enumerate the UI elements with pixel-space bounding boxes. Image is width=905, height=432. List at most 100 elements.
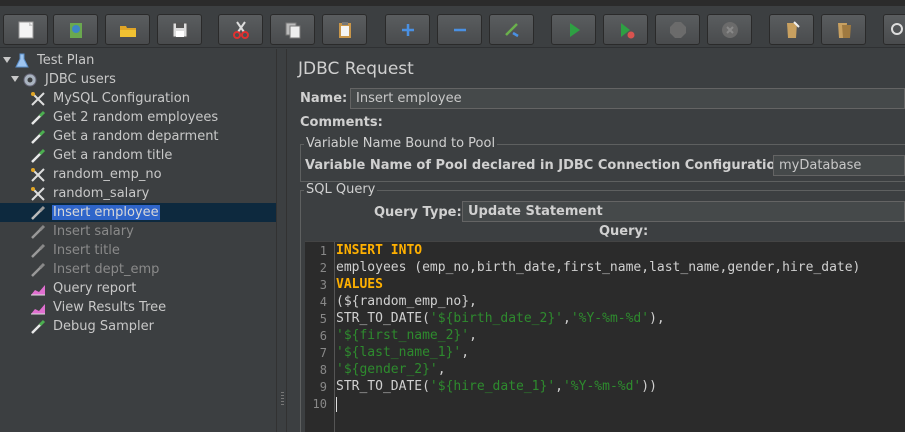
tree-node-label: Get a random deparment — [53, 129, 219, 144]
code-line: '${last_name_1}', — [336, 345, 469, 362]
sql-text: (${random_emp_no}, — [336, 294, 477, 309]
shutdown-icon[interactable] — [707, 14, 752, 45]
tree-node-label: JDBC users — [45, 72, 116, 87]
pool-label: Variable Name of Pool declared in JDBC C… — [305, 158, 790, 173]
pipette-icon — [30, 148, 46, 164]
collapse-icon[interactable] — [437, 14, 482, 45]
query-label: Query: — [599, 224, 649, 239]
tree-node-insert-employee[interactable]: Insert employee — [30, 203, 160, 222]
start-no-pause-icon[interactable] — [603, 14, 648, 45]
main-toolbar — [0, 6, 905, 48]
sql-text: , — [437, 362, 446, 377]
tree-node-label: Debug Sampler — [53, 319, 154, 334]
pool-name-field[interactable]: myDatabase — [773, 155, 905, 176]
collapse-arrow-icon[interactable] — [10, 74, 20, 84]
pipette-icon — [30, 319, 46, 335]
code-line: VALUES — [336, 277, 383, 294]
chart-icon — [30, 281, 46, 297]
line-number: 1 — [319, 244, 327, 258]
pipette-icon — [30, 205, 46, 221]
panel-splitter[interactable] — [276, 49, 287, 432]
sql-code-editor[interactable]: 1 2 3 4 5 6 7 8 9 10 INSERT INTO employee… — [305, 241, 905, 432]
tree-node-get-a-random-title[interactable]: Get a random title — [30, 146, 173, 165]
tree-node-label: random_salary — [53, 186, 150, 201]
tree-node-get-a-random-deparment[interactable]: Get a random deparment — [30, 127, 220, 146]
sql-string: '${gender_2}' — [336, 362, 438, 377]
paste-icon[interactable] — [322, 14, 367, 45]
cut-icon[interactable] — [218, 14, 263, 45]
copy-icon[interactable] — [270, 14, 315, 45]
splitter-grip — [281, 392, 284, 393]
code-line: INSERT INTO — [336, 243, 422, 260]
open-icon[interactable] — [105, 14, 150, 45]
name-label: Name: — [300, 91, 348, 106]
sql-string: '${hire_date_1}' — [429, 379, 556, 394]
tree-node-label: Insert employee — [52, 205, 160, 220]
splitter-grip — [281, 401, 284, 402]
line-number: 4 — [319, 295, 327, 309]
sql-string: '${birth_date_2}' — [429, 311, 563, 326]
line-number: 6 — [319, 329, 327, 343]
code-line: '${gender_2}', — [336, 362, 446, 379]
sql-string: '%Y-%m-%d' — [570, 311, 650, 326]
sql-text: , — [555, 379, 563, 394]
name-field[interactable]: Insert employee — [350, 88, 905, 109]
wrench-icon — [30, 186, 46, 202]
new-icon[interactable] — [3, 14, 48, 45]
sql-text: , — [469, 328, 477, 343]
code-line: employees (emp_no,birth_date,first_name,… — [336, 260, 860, 277]
sql-text: STR_TO_DATE( — [336, 311, 430, 326]
text-caret — [336, 397, 337, 412]
line-number: 5 — [319, 312, 327, 326]
code-line: '${first_name_2}', — [336, 328, 477, 345]
splitter-grip — [281, 395, 284, 396]
tree-node-jdbc-users[interactable]: JDBC users — [22, 70, 117, 89]
tree-node-insert-dept-emp[interactable]: Insert dept_emp — [30, 260, 160, 279]
line-number: 2 — [319, 261, 327, 275]
tree-node-label: Get a random title — [53, 148, 173, 163]
query-type-label: Query Type: — [374, 205, 462, 220]
tree-node-label: Get 2 random employees — [53, 110, 219, 125]
tree-node-mysql-configuration[interactable]: MySQL Configuration — [30, 89, 191, 108]
tree-node-view-results-tree[interactable]: View Results Tree — [30, 298, 167, 317]
templates-icon[interactable] — [53, 14, 98, 45]
tree-node-insert-title[interactable]: Insert title — [30, 241, 121, 260]
splitter-grip — [281, 398, 284, 399]
query-type-select[interactable]: Update Statement — [462, 201, 905, 222]
sql-text: , — [461, 345, 470, 360]
sql-text: employees (emp_no,birth_date,first_name,… — [336, 260, 861, 275]
tree-node-get-2-random-employees[interactable]: Get 2 random employees — [30, 108, 219, 127]
line-number: 9 — [319, 380, 327, 394]
code-line: STR_TO_DATE('${birth_date_2}','%Y-%m-%d'… — [336, 311, 665, 328]
clear-icon[interactable] — [769, 14, 814, 45]
comments-label: Comments: — [300, 115, 383, 130]
tree-node-test-plan[interactable]: Test Plan — [14, 51, 95, 70]
line-number: 3 — [319, 278, 327, 292]
clear-all-icon[interactable] — [821, 14, 866, 45]
chart-icon — [30, 300, 46, 316]
tree-node-debug-sampler[interactable]: Debug Sampler — [30, 317, 155, 336]
collapse-arrow-icon[interactable] — [2, 55, 12, 65]
splitter-grip — [281, 404, 284, 405]
tree-node-random-emp-no[interactable]: random_emp_no — [30, 165, 163, 184]
tree-node-label: Insert salary — [53, 224, 134, 239]
stop-icon[interactable] — [655, 14, 700, 45]
sql-text: STR_TO_DATE( — [336, 379, 430, 394]
tree-node-random-salary[interactable]: random_salary — [30, 184, 150, 203]
sql-string: '%Y-%m-%d' — [562, 379, 642, 394]
tree-node-insert-salary[interactable]: Insert salary — [30, 222, 135, 241]
expand-icon[interactable] — [385, 14, 430, 45]
save-icon[interactable] — [157, 14, 202, 45]
search-icon[interactable] — [883, 14, 905, 45]
page-title: JDBC Request — [298, 59, 414, 79]
pipette-icon — [30, 262, 46, 278]
sql-string: '${last_name_1}' — [336, 345, 462, 360]
tree-node-label: Test Plan — [37, 53, 95, 68]
tree-node-query-report[interactable]: Query report — [30, 279, 137, 298]
sql-keyword: INSERT INTO — [336, 243, 423, 258]
toggle-icon[interactable] — [489, 14, 534, 45]
gear-icon — [22, 72, 38, 88]
start-icon[interactable] — [551, 14, 596, 45]
sql-query-group-title: SQL Query — [304, 182, 378, 197]
wrench-icon — [30, 167, 46, 183]
